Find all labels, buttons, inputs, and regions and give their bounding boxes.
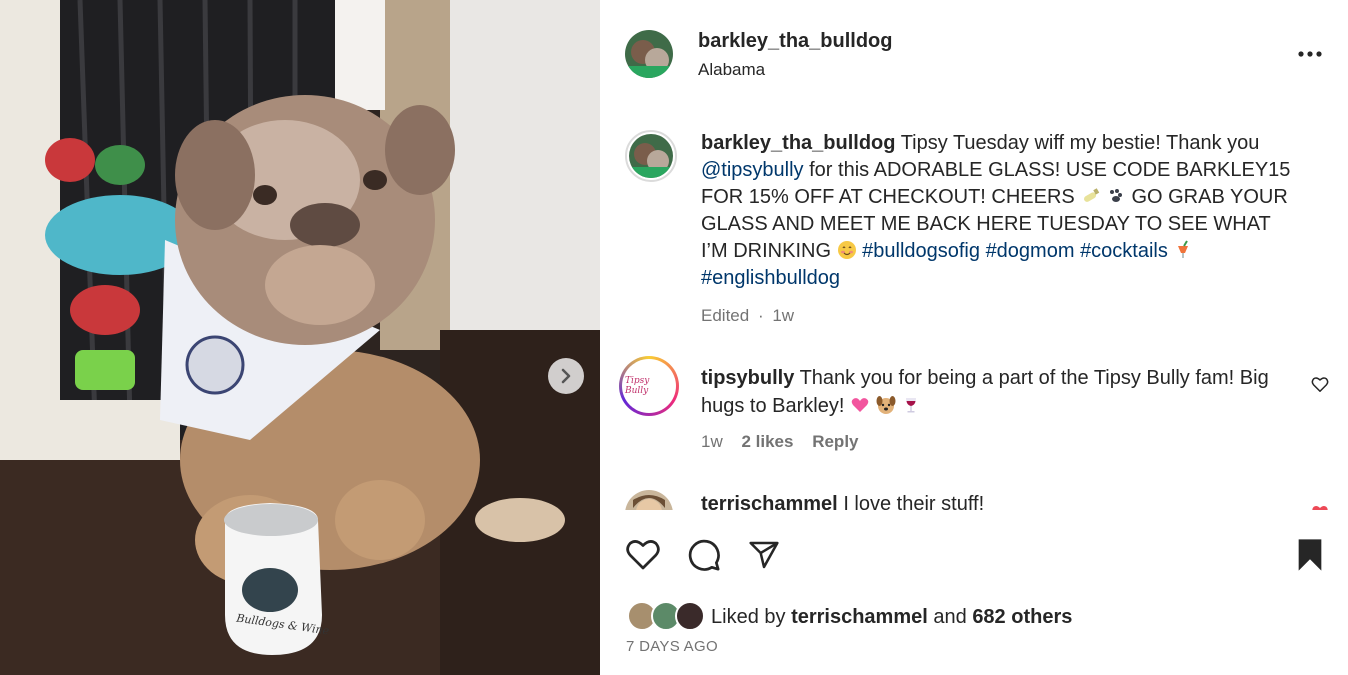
post-details-pane: barkley_tha_bulldog Alabama barkley_tha_… bbox=[601, 0, 1348, 675]
hashtag[interactable]: #bulldogsofig bbox=[862, 240, 980, 262]
save-button[interactable] bbox=[1295, 538, 1325, 577]
liked-by-avatars[interactable] bbox=[627, 601, 707, 631]
more-options-button[interactable] bbox=[1295, 40, 1325, 68]
bookmark-icon bbox=[1298, 539, 1322, 571]
commenter-avatar[interactable]: Tipsy Bully bbox=[619, 356, 679, 416]
chevron-right-icon bbox=[561, 368, 571, 384]
author-avatar[interactable] bbox=[625, 30, 673, 78]
caption-meta: Edited · 1w bbox=[701, 306, 808, 326]
share-button[interactable] bbox=[747, 539, 781, 576]
avatar-image bbox=[625, 30, 673, 78]
hashtag[interactable]: #dogmom bbox=[986, 240, 1075, 262]
liked-by-others[interactable]: 682 others bbox=[972, 606, 1072, 628]
tropical-drink-emoji-icon bbox=[1178, 240, 1189, 258]
comment: tipsybully Thank you for being a part of… bbox=[701, 364, 1291, 420]
like-comment-button[interactable] bbox=[1311, 504, 1329, 510]
avatar bbox=[675, 601, 705, 631]
meta-separator: · bbox=[757, 306, 764, 325]
comment-username[interactable]: terrischammel bbox=[701, 493, 838, 510]
reply-button[interactable]: Reply bbox=[812, 432, 858, 451]
tipsybully-logo: Tipsy Bully bbox=[625, 376, 650, 396]
post-action-bar bbox=[601, 536, 1348, 576]
comment-button[interactable] bbox=[687, 538, 721, 577]
comment-text: I love their stuff! bbox=[843, 493, 985, 510]
bulldog-photo bbox=[0, 0, 600, 675]
comment-username[interactable]: tipsybully bbox=[701, 367, 794, 389]
post-location[interactable]: Alabama bbox=[698, 60, 765, 80]
pink-heart-emoji-icon bbox=[851, 398, 869, 412]
commenter-avatar[interactable] bbox=[625, 490, 673, 510]
caption-text-1: Tipsy Tuesday wiff my bestie! Thank you bbox=[900, 132, 1260, 154]
caption-age[interactable]: 1w bbox=[772, 306, 794, 325]
avatar-image bbox=[629, 134, 673, 178]
hashtag[interactable]: #englishbulldog bbox=[701, 267, 840, 289]
like-button[interactable] bbox=[625, 538, 661, 576]
like-comment-button[interactable] bbox=[1311, 376, 1329, 398]
heart-icon bbox=[626, 540, 660, 570]
comment-icon bbox=[688, 539, 720, 571]
more-options-icon bbox=[1298, 51, 1322, 57]
comment-likes[interactable]: 2 likes bbox=[741, 432, 793, 451]
smiling-face-emoji-icon bbox=[837, 241, 856, 259]
liked-by-summary: Liked by terrischammel and 682 others bbox=[711, 606, 1072, 629]
author-username[interactable]: barkley_tha_bulldog bbox=[698, 30, 893, 53]
dog-face-emoji-icon bbox=[876, 396, 896, 414]
caption-username[interactable]: barkley_tha_bulldog bbox=[701, 132, 896, 154]
comment: terrischammel I love their stuff! bbox=[701, 490, 1291, 510]
comment-age[interactable]: 1w bbox=[701, 432, 723, 451]
liked-by-and: and bbox=[933, 606, 967, 628]
liked-by-prefix: Liked by bbox=[711, 606, 786, 628]
avatar-image bbox=[625, 490, 673, 510]
post-date[interactable]: 7 DAYS AGO bbox=[626, 638, 718, 655]
edited-label: Edited bbox=[701, 306, 750, 325]
bottle-emoji-icon bbox=[1084, 188, 1100, 202]
heart-icon bbox=[1312, 505, 1328, 510]
post-photo: Bulldogs & Wine bbox=[0, 0, 600, 675]
hashtag[interactable]: #cocktails bbox=[1080, 240, 1168, 262]
liked-by-user[interactable]: terrischammel bbox=[791, 606, 928, 628]
next-photo-button[interactable] bbox=[548, 358, 584, 394]
wine-glass-emoji-icon bbox=[906, 398, 917, 413]
comment-meta: 1w 2 likes Reply bbox=[701, 432, 873, 452]
paw-prints-emoji-icon bbox=[1109, 189, 1122, 202]
share-icon bbox=[749, 541, 779, 569]
caption-avatar[interactable] bbox=[625, 130, 677, 182]
heart-icon bbox=[1311, 377, 1329, 392]
comments-list[interactable]: barkley_tha_bulldog Tipsy Tuesday wiff m… bbox=[601, 100, 1348, 510]
caption-mention[interactable]: @tipsybully bbox=[701, 159, 804, 181]
post-caption: barkley_tha_bulldog Tipsy Tuesday wiff m… bbox=[701, 130, 1291, 292]
